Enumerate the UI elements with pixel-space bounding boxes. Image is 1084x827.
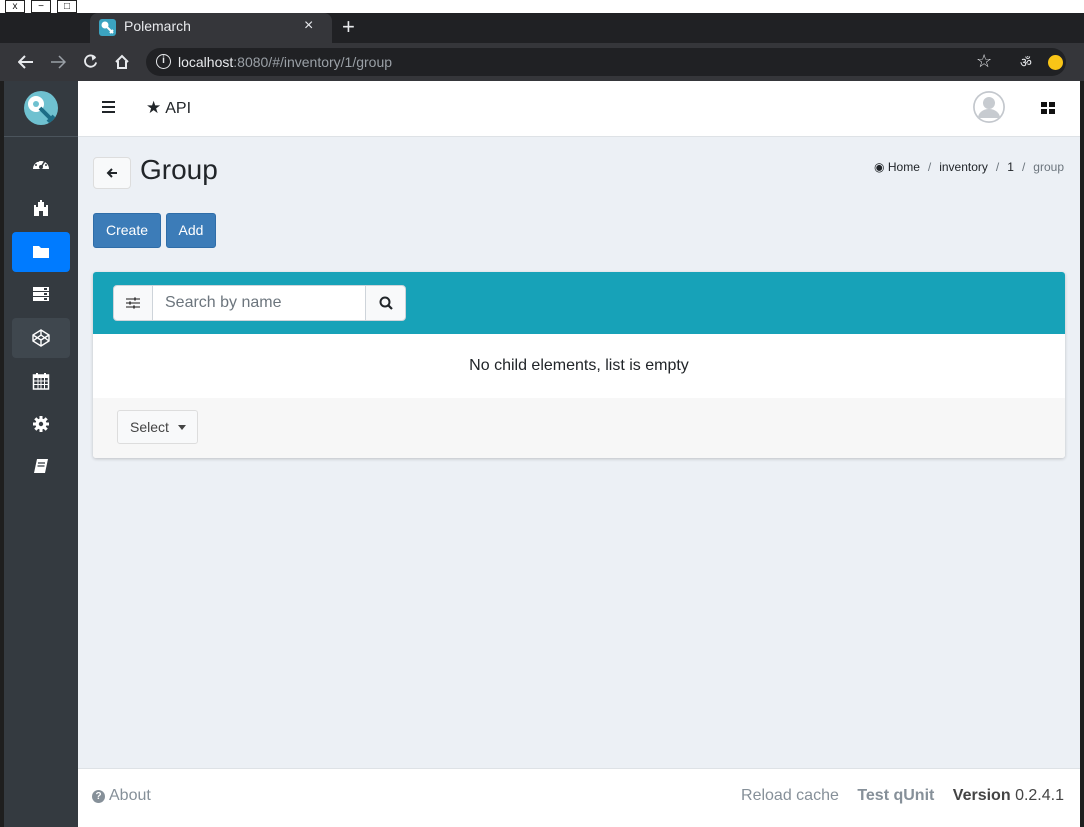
footer-links: Reload cache Test qUnit Version 0.2.4.1 — [741, 787, 1064, 805]
extension-icon[interactable] — [1048, 55, 1063, 70]
tachometer-icon: ◉ — [874, 160, 885, 174]
apps-grid-icon[interactable] — [1041, 102, 1055, 114]
question-circle-icon: ? — [92, 790, 105, 803]
window-maximize-button[interactable]: □ — [57, 0, 77, 13]
about-label: About — [109, 787, 151, 804]
search-icon — [379, 296, 393, 310]
window-minimize-button[interactable]: − — [31, 0, 51, 13]
browser-toolbar: i localhost:8080/#/inventory/1/group ☆ ॐ — [0, 43, 1084, 81]
filter-button[interactable] — [113, 285, 153, 321]
castle-icon — [34, 200, 48, 216]
sliders-icon — [126, 297, 140, 309]
polemarch-favicon-icon — [99, 19, 116, 36]
sidebar-item-dashboard[interactable] — [12, 144, 70, 184]
star-icon: ★ — [146, 98, 162, 117]
breadcrumb: ◉ Home / inventory/1/group — [874, 160, 1064, 174]
api-label: API — [165, 100, 192, 117]
breadcrumb-inventory[interactable]: inventory — [939, 160, 988, 174]
window-titlebar: x − □ — [0, 0, 1084, 14]
page-title: Group — [140, 154, 218, 185]
search-button[interactable] — [365, 285, 406, 321]
tab-title: Polemarch — [124, 18, 191, 34]
breadcrumb-id[interactable]: 1 — [1007, 160, 1014, 174]
browser-tab[interactable]: Polemarch × — [90, 13, 332, 43]
main-content: Group ◉ Home / inventory/1/group Create Ad… — [78, 137, 1080, 767]
user-avatar[interactable] — [973, 91, 1005, 123]
group-list-card: No child elements, list is empty Select — [93, 272, 1065, 458]
window-border — [1080, 81, 1084, 827]
sidebar-item-docs[interactable] — [12, 446, 70, 486]
version-label: Version — [952, 787, 1011, 804]
caret-down-icon — [178, 425, 186, 430]
home-icon[interactable] — [114, 54, 130, 70]
sidebar-item-projects[interactable] — [12, 188, 70, 228]
cog-icon — [33, 416, 49, 432]
star-icon[interactable]: ☆ — [976, 51, 992, 72]
forward-arrow-icon[interactable] — [50, 54, 66, 70]
search-input[interactable] — [152, 285, 366, 321]
new-tab-icon[interactable]: + — [342, 14, 355, 40]
page-footer: ? About Reload cache Test qUnit Version 0… — [78, 768, 1080, 827]
version-number: 0.2.4.1 — [1015, 787, 1064, 804]
info-icon[interactable]: i — [156, 54, 171, 69]
api-link[interactable]: ★ API — [146, 98, 191, 118]
browser-tabstrip: Polemarch × + — [0, 13, 1084, 43]
sidebar-divider — [4, 136, 78, 137]
sidebar-item-inventories[interactable] — [12, 232, 70, 272]
hamburger-menu-icon[interactable] — [102, 101, 115, 114]
add-button[interactable]: Add — [166, 213, 216, 248]
address-bar[interactable]: i localhost:8080/#/inventory/1/group ☆ ॐ — [146, 48, 1066, 76]
empty-list-message: No child elements, list is empty — [469, 357, 689, 374]
reload-cache-link[interactable]: Reload cache — [741, 787, 839, 804]
app-root: ★ API Group ◉ Home / inventory/1/group Crea… — [0, 81, 1084, 827]
calendar-icon — [32, 373, 50, 390]
breadcrumb-current: group — [1033, 160, 1064, 174]
back-arrow-icon[interactable] — [18, 54, 34, 70]
card-header — [93, 272, 1065, 334]
folder-icon — [33, 246, 49, 258]
incognito-icon[interactable]: ॐ — [1020, 53, 1032, 71]
dashboard-icon — [33, 160, 49, 169]
select-dropdown-button[interactable]: Select — [117, 410, 198, 444]
arrow-left-icon — [106, 168, 117, 178]
url-text[interactable]: localhost:8080/#/inventory/1/group — [178, 54, 392, 70]
top-navbar: ★ API — [78, 81, 1080, 137]
window-close-button[interactable]: x — [5, 0, 25, 13]
sidebar-item-hosts[interactable] — [12, 274, 70, 314]
sidebar-item-history[interactable] — [12, 361, 70, 401]
polemarch-logo-icon[interactable] — [24, 91, 58, 125]
codepen-icon — [32, 329, 50, 347]
test-qunit-link[interactable]: Test qUnit — [857, 787, 934, 804]
sidebar-item-templates[interactable] — [12, 318, 70, 358]
card-footer: Select — [93, 398, 1065, 458]
close-icon[interactable]: × — [304, 17, 313, 35]
back-button[interactable] — [93, 157, 131, 189]
book-icon — [34, 459, 48, 473]
breadcrumb-home[interactable]: Home — [888, 160, 920, 174]
sidebar-item-settings[interactable] — [12, 404, 70, 444]
about-link[interactable]: ? About — [92, 787, 151, 805]
reload-icon[interactable] — [83, 54, 98, 69]
create-button[interactable]: Create — [93, 213, 161, 248]
select-label: Select — [130, 419, 169, 435]
sidebar — [4, 81, 78, 827]
server-icon — [33, 287, 49, 301]
